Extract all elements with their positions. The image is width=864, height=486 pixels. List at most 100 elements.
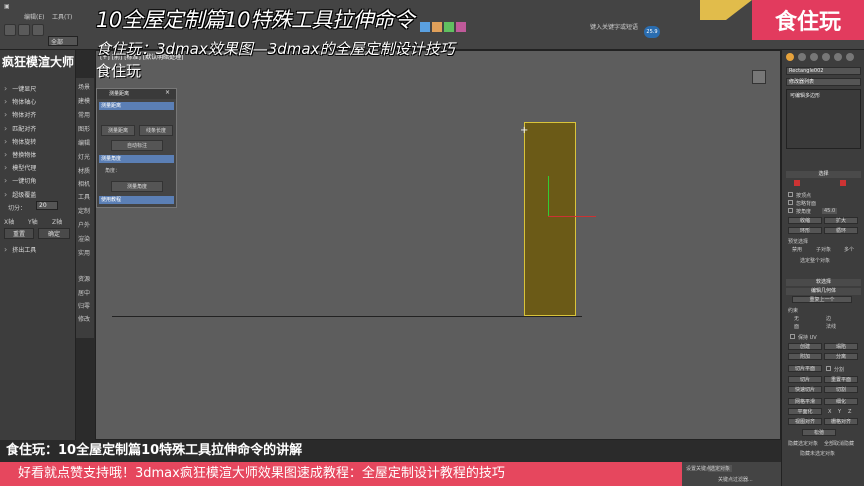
plugin-item[interactable]: 替换物体 — [4, 150, 36, 159]
plugin-item[interactable]: 一键显尺 — [4, 84, 36, 93]
gizmo-y-axis[interactable] — [548, 176, 549, 216]
meshsmooth-button[interactable]: 网格平滑 — [788, 398, 822, 405]
help-search-hint[interactable]: 键入关键字或短语 — [590, 22, 638, 31]
modifier-list-select[interactable]: 修改器列表 — [786, 78, 861, 86]
plugin-item[interactable]: 超级覆盖 — [4, 190, 36, 199]
planarize-button[interactable]: 平面化 — [788, 408, 822, 415]
dialog-section-distance[interactable]: 测量距离 — [99, 102, 174, 110]
planarize-z-button[interactable]: Z — [848, 409, 851, 415]
vertex-mode-icon[interactable] — [794, 180, 800, 186]
category-item[interactable]: 居中 — [78, 288, 90, 297]
category-item[interactable]: 户外 — [78, 220, 90, 229]
detach-button[interactable]: 分离 — [824, 353, 858, 360]
shrink-button[interactable]: 收缩 — [788, 217, 822, 224]
reset-plane-button[interactable]: 重置平面 — [824, 376, 858, 383]
category-item[interactable]: 修改 — [78, 314, 90, 323]
app-menu-icon[interactable]: ▣ — [4, 3, 10, 10]
category-item[interactable]: 编辑 — [78, 138, 90, 147]
by-angle-checkbox[interactable] — [788, 208, 793, 213]
stack-item[interactable]: 可编辑多边形 — [790, 92, 820, 99]
constraint-none-radio[interactable]: 无 — [794, 315, 799, 322]
plugin-item[interactable]: 一键切角 — [4, 176, 36, 185]
plugin-item[interactable]: 物体旋转 — [4, 137, 36, 146]
selected-box-object[interactable] — [524, 122, 576, 316]
ignore-back-checkbox[interactable] — [788, 200, 793, 205]
redo-icon[interactable] — [18, 24, 30, 36]
relax-button[interactable]: 松弛 — [802, 429, 836, 436]
selection-filter-select[interactable]: 全部 — [48, 36, 78, 46]
category-item[interactable]: 定制 — [78, 206, 90, 215]
attach-button[interactable]: 附加 — [788, 353, 822, 360]
category-item[interactable]: 图形 — [78, 124, 90, 133]
object-name-field[interactable]: Rectangle002 — [786, 67, 861, 75]
plugin-item-extrude[interactable]: 挤出工具 — [4, 245, 36, 254]
category-item[interactable]: 实用 — [78, 248, 90, 257]
category-item[interactable]: 相机 — [78, 179, 90, 188]
confirm-button[interactable]: 确定 — [38, 228, 70, 239]
hierarchy-tab-icon[interactable] — [810, 53, 818, 61]
edit-geometry-rollout-header[interactable]: 编辑几何体 — [786, 288, 861, 295]
hide-unselected-button[interactable]: 隐藏未选定对象 — [800, 450, 835, 457]
create-tab-icon[interactable] — [786, 53, 794, 61]
category-item[interactable]: 场景 — [78, 82, 90, 91]
plugin-item[interactable]: 模型代理 — [4, 163, 36, 172]
soft-selection-rollout-header[interactable]: 软选择 — [786, 279, 861, 286]
gizmo-x-axis[interactable] — [548, 216, 596, 217]
constraint-normal-radio[interactable]: 法线 — [826, 323, 836, 330]
menu-tools[interactable]: 工具(T) — [52, 12, 72, 21]
axis-y-radio[interactable]: Y轴 — [28, 217, 38, 226]
auto-mark-button[interactable]: 自动标注 — [111, 140, 163, 151]
tessellate-button[interactable]: 细化 — [824, 398, 858, 405]
category-item[interactable]: 归零 — [78, 301, 90, 310]
by-vertex-checkbox[interactable] — [788, 192, 793, 197]
view-align-button[interactable]: 视图对齐 — [788, 418, 822, 425]
category-item[interactable]: 常用 — [78, 110, 90, 119]
axis-z-radio[interactable]: Z轴 — [52, 217, 62, 226]
category-item[interactable]: 灯光 — [78, 152, 90, 161]
plugin-item[interactable]: 物体轴心 — [4, 97, 36, 106]
material-swatch-icon[interactable] — [432, 22, 442, 32]
ring-button[interactable]: 环形 — [788, 227, 822, 234]
constraint-edge-radio[interactable]: 边 — [826, 315, 831, 322]
planarize-x-button[interactable]: X — [828, 409, 831, 415]
axis-x-radio[interactable]: X轴 — [4, 217, 14, 226]
selection-set-select[interactable]: 选定对象 — [708, 465, 733, 472]
measure-distance-button[interactable]: 测量距离 — [101, 125, 135, 136]
category-item[interactable]: 建模 — [78, 96, 90, 105]
category-item[interactable]: 渲染 — [78, 234, 90, 243]
split-checkbox[interactable] — [826, 366, 831, 371]
render-icon[interactable] — [444, 22, 454, 32]
dialog-section-tutorial[interactable]: 使用教程 — [99, 196, 174, 204]
selection-rollout-header[interactable]: 选择 — [786, 171, 861, 178]
modify-tab-icon[interactable] — [798, 53, 806, 61]
preserve-uv-checkbox[interactable] — [790, 334, 795, 339]
spin-value-field[interactable]: 20 — [36, 201, 58, 210]
set-key-button[interactable]: 设置关键点 — [686, 465, 711, 472]
loop-button[interactable]: 循环 — [824, 227, 858, 234]
measure-angle-button[interactable]: 测量角度 — [111, 181, 163, 192]
repeat-last-button[interactable]: 重复上一个 — [792, 296, 852, 303]
menu-edit[interactable]: 编辑(E) — [24, 12, 44, 21]
unhide-all-button[interactable]: 全部取消隐藏 — [824, 440, 854, 447]
motion-tab-icon[interactable] — [822, 53, 830, 61]
cut-button[interactable]: 切割 — [824, 386, 858, 393]
plugin-item[interactable]: 匹配对齐 — [4, 124, 36, 133]
line-length-button[interactable]: 线条长度 — [139, 125, 173, 136]
create-button[interactable]: 创建 — [788, 343, 822, 350]
link-icon[interactable] — [32, 24, 44, 36]
key-filter-button[interactable]: 关键点过滤器... — [718, 476, 753, 483]
preview-subobject-radio[interactable]: 子对象 — [816, 246, 831, 253]
slice-button[interactable]: 切片 — [788, 376, 822, 383]
render-frame-icon[interactable] — [456, 22, 466, 32]
front-viewport[interactable] — [95, 50, 781, 440]
dialog-section-angle[interactable]: 测量角度 — [99, 155, 174, 163]
undo-icon[interactable] — [4, 24, 16, 36]
planarize-y-button[interactable]: Y — [838, 409, 841, 415]
hide-selected-button[interactable]: 隐藏选定对象 — [788, 440, 818, 447]
plugin-item[interactable]: 物体对齐 — [4, 110, 36, 119]
color-swatch-icon[interactable] — [420, 22, 430, 32]
modifier-stack[interactable]: 可编辑多边形 — [786, 89, 861, 149]
category-item[interactable]: 材质 — [78, 166, 90, 175]
constraint-face-radio[interactable]: 面 — [794, 323, 799, 330]
angle-value-field[interactable]: 45.0 — [822, 208, 838, 214]
